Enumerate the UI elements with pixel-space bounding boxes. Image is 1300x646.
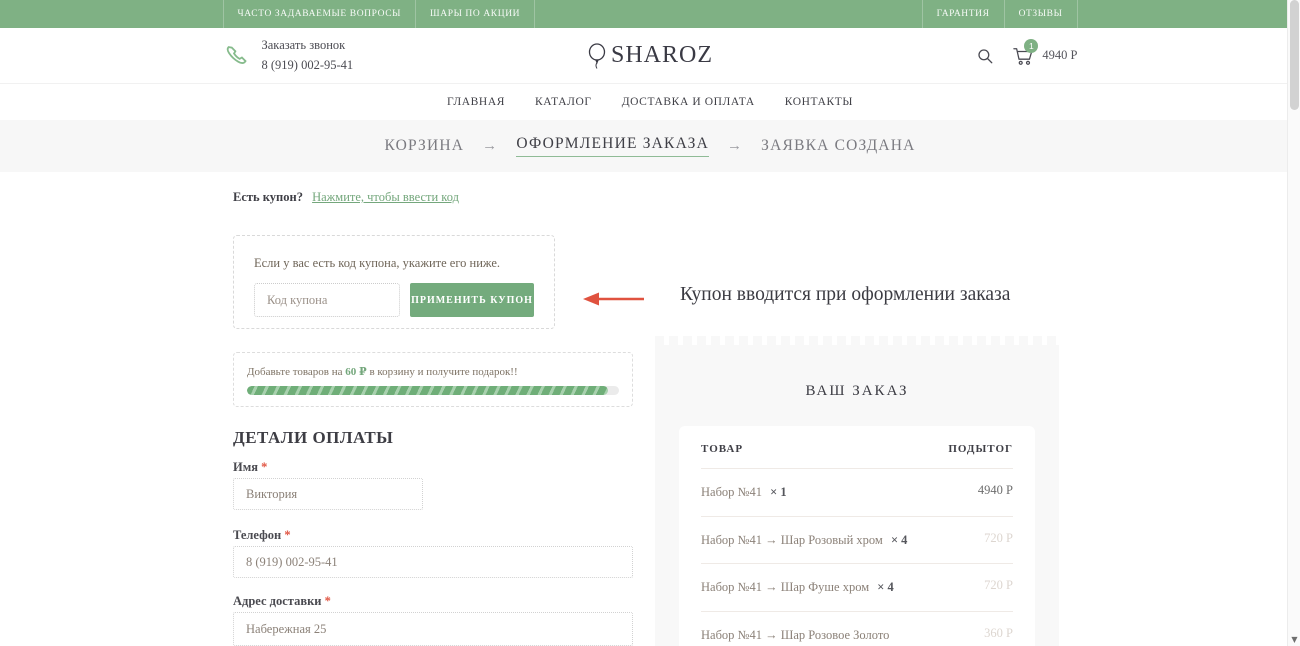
checkout-main: Есть купон? Нажмите, чтобы ввести код Ес… <box>0 172 1300 646</box>
callback-label[interactable]: Заказать звонок <box>262 36 354 55</box>
order-title: ВАШ ЗАКАЗ <box>655 345 1059 400</box>
callback-block[interactable]: Заказать звонок 8 (919) 002-95-41 <box>223 36 354 75</box>
item-qty: × 1 <box>770 485 787 499</box>
step-order-created: ЗАЯВКА СОЗДАНА <box>761 137 915 155</box>
nav-item-delivery[interactable]: ДОСТАВКА И ОПЛАТА <box>607 84 770 120</box>
cart-total: 4940 Р <box>1042 48 1077 63</box>
required-asterisk: * <box>284 528 290 542</box>
scroll-down-arrow-icon[interactable]: ▼ <box>1288 635 1300 644</box>
annotation-arrow-icon <box>583 291 645 307</box>
topbar-left-links: ЧАСТО ЗАДАВАЕМЫЕ ВОПРОСЫ ШАРЫ ПО АКЦИИ <box>223 0 536 28</box>
coupon-form-box: Если у вас есть код купона, укажите его … <box>233 235 555 329</box>
item-qty: × 4 <box>877 580 894 594</box>
gift-progress-box: Добавьте товаров на 60 ₽ в корзину и пол… <box>233 352 633 407</box>
phone-icon <box>223 42 250 69</box>
nav-item-contacts[interactable]: КОНТАКТЫ <box>770 84 868 120</box>
checkout-steps: КОРЗИНА → ОФОРМЛЕНИЕ ЗАКАЗА → ЗАЯВКА СОЗ… <box>0 120 1300 172</box>
address-input[interactable] <box>233 612 633 646</box>
topbar-link-guarantee[interactable]: ГАРАНТИЯ <box>922 0 1005 28</box>
scrollbar-thumb[interactable] <box>1290 0 1299 110</box>
item-price: 720 Р <box>984 577 1013 598</box>
order-col-product: ТОВАР <box>701 443 743 455</box>
coupon-question-row: Есть купон? Нажмите, чтобы ввести код <box>233 190 459 205</box>
gift-text-before: Добавьте товаров на <box>247 366 345 378</box>
step-arrow-icon: → <box>727 138 743 155</box>
order-item-row: Набор №41 × 1 4940 Р <box>701 469 1013 517</box>
phone-input[interactable] <box>233 546 633 578</box>
topbar-link-faq[interactable]: ЧАСТО ЗАДАВАЕМЫЕ ВОПРОСЫ <box>223 0 417 28</box>
search-icon[interactable] <box>976 47 994 65</box>
step-checkout-active[interactable]: ОФОРМЛЕНИЕ ЗАКАЗА <box>516 135 709 157</box>
topbar-link-reviews[interactable]: ОТЗЫВЫ <box>1005 0 1078 28</box>
coupon-hint-text: Если у вас есть код купона, укажите его … <box>254 256 534 271</box>
order-summary-panel: ВАШ ЗАКАЗ ТОВАР ПОДЫТОГ Набор №41 × 1 49… <box>655 345 1059 646</box>
logo-text: SHAROZ <box>611 42 713 69</box>
order-col-subtotal: ПОДЫТОГ <box>948 443 1013 455</box>
item-price: 360 Р <box>984 625 1013 646</box>
header: Заказать звонок 8 (919) 002-95-41 SHAROZ <box>0 28 1300 83</box>
main-nav: ГЛАВНАЯ КАТАЛОГ ДОСТАВКА И ОПЛАТА КОНТАК… <box>0 83 1300 120</box>
topbar-right-links: ГАРАНТИЯ ОТЗЫВЫ <box>922 0 1078 28</box>
name-input[interactable] <box>233 478 423 510</box>
item-qty: × 4 <box>891 533 908 547</box>
scrollbar[interactable]: ▼ <box>1287 0 1300 646</box>
logo[interactable]: SHAROZ <box>587 42 713 70</box>
order-item-row: Набор №41 → Шар Розовое Золото хром × 2 … <box>701 612 1013 646</box>
gift-amount: 60 ₽ <box>345 366 366 378</box>
nav-item-home[interactable]: ГЛАВНАЯ <box>432 84 520 120</box>
name-field-label: Имя * <box>233 460 267 475</box>
topbar: ЧАСТО ЗАДАВАЕМЫЕ ВОПРОСЫ ШАРЫ ПО АКЦИИ Г… <box>0 0 1300 28</box>
required-asterisk: * <box>261 460 267 474</box>
balloon-icon <box>587 42 609 70</box>
apply-coupon-button[interactable]: ПРИМЕНИТЬ КУПОН <box>410 283 534 317</box>
address-field-label: Адрес доставки * <box>233 594 331 609</box>
header-phone-number[interactable]: 8 (919) 002-95-41 <box>262 56 354 75</box>
cart-button[interactable]: 1 4940 Р <box>1012 46 1077 66</box>
step-cart[interactable]: КОРЗИНА <box>384 137 464 155</box>
topbar-link-sale-balloons[interactable]: ШАРЫ ПО АКЦИИ <box>416 0 535 28</box>
receipt-scallop-edge <box>655 336 1059 345</box>
checkout-page: ЧАСТО ЗАДАВАЕМЫЕ ВОПРОСЫ ШАРЫ ПО АКЦИИ Г… <box>0 0 1300 646</box>
coupon-toggle-link[interactable]: Нажмите, чтобы ввести код <box>312 190 459 204</box>
order-item-row: Набор №41 → Шар Фуше хром × 4 720 Р <box>701 564 1013 612</box>
required-asterisk: * <box>325 594 331 608</box>
coupon-code-input[interactable] <box>254 283 400 317</box>
nav-item-catalog[interactable]: КАТАЛОГ <box>520 84 607 120</box>
phone-field-label: Телефон * <box>233 528 291 543</box>
coupon-question-label: Есть купон? <box>233 190 303 204</box>
step-arrow-icon: → <box>482 138 498 155</box>
gift-progress-track <box>247 386 619 395</box>
order-item-row: Набор №41 → Шар Розовый хром × 4 720 Р <box>701 517 1013 565</box>
order-card: ТОВАР ПОДЫТОГ Набор №41 × 1 4940 Р Набор… <box>679 426 1035 646</box>
gift-text-after: в корзину и получите подарок!! <box>367 366 518 378</box>
cart-count-badge: 1 <box>1024 39 1038 53</box>
item-price: 4940 Р <box>978 482 1013 503</box>
annotation-text: Купон вводится при оформлении заказа <box>680 284 1010 306</box>
item-price: 720 Р <box>984 530 1013 551</box>
gift-progress-fill <box>247 386 608 395</box>
billing-title: ДЕТАЛИ ОПЛАТЫ <box>233 428 393 448</box>
